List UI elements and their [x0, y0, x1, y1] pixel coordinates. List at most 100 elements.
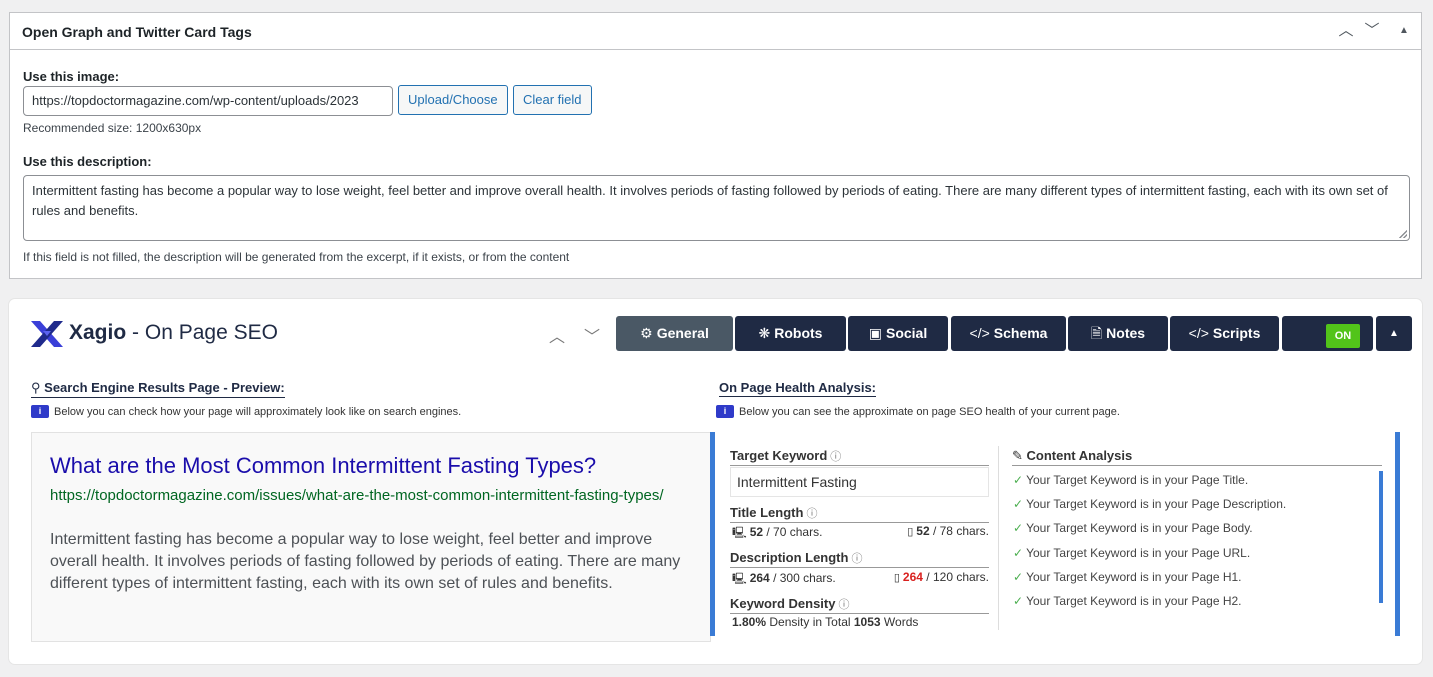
move-up-icon[interactable]: ︿	[549, 323, 565, 347]
upload-choose-button[interactable]: Upload/Choose	[398, 85, 508, 115]
keyword-density-label: Keyword Density ⓘ	[730, 596, 989, 614]
density-words: 1053	[853, 615, 881, 629]
desc-mobile-count: 264	[902, 570, 923, 584]
list-item: ✓ Your Target Keyword is in your Page Des…	[1013, 497, 1286, 511]
tab-general-label: General	[656, 325, 709, 341]
target-keyword-value[interactable]: Intermittent Fasting	[730, 467, 989, 497]
title-mobile-max: / 78 chars.	[932, 524, 989, 538]
open-graph-panel-title: Open Graph and Twitter Card Tags	[22, 24, 252, 40]
resize-grip-icon[interactable]	[1399, 230, 1407, 238]
title-length-label: Title Length ⓘ	[730, 505, 989, 523]
serp-preview-note-text: Below you can check how your page will a…	[54, 406, 462, 418]
check-icon: ✓	[1013, 546, 1024, 560]
move-down-icon[interactable]: ﹀	[584, 323, 600, 347]
on-badge: ON	[1326, 324, 1360, 348]
keyword-density-row: 1.80% Density in Total 1053 Words	[732, 615, 989, 629]
description-text: Intermittent fasting has become a popula…	[32, 183, 1388, 218]
title-length-label-text: Title Length	[730, 505, 804, 520]
description-length-label-text: Description Length	[730, 550, 849, 565]
list-item: ✓ Your Target Keyword is in your Page Tit…	[1013, 473, 1248, 487]
serp-preview-title[interactable]: What are the Most Common Intermittent Fa…	[50, 453, 596, 479]
density-text: Density in Total	[769, 615, 851, 629]
check-icon: ✓	[1013, 497, 1024, 511]
check-text: Your Target Keyword is in your Page H2.	[1026, 594, 1242, 608]
tab-robots[interactable]: ❋ Robots	[735, 316, 846, 351]
check-text: Your Target Keyword is in your Page Titl…	[1026, 473, 1249, 487]
open-graph-panel: Open Graph and Twitter Card Tags ︿ ﹀ ▲ U…	[9, 12, 1422, 279]
content-analysis-heading: ✎ Content Analysis	[1012, 448, 1382, 466]
info-icon: i	[31, 405, 49, 418]
check-icon: ✓	[1013, 473, 1024, 487]
check-text: Your Target Keyword is in your Page Body…	[1026, 521, 1253, 535]
tab-social[interactable]: ▣ Social	[848, 316, 948, 351]
list-item: ✓ Your Target Keyword is in your Page URL…	[1013, 546, 1250, 560]
description-hint: If this field is not filled, the descrip…	[23, 250, 570, 264]
collapse-toggle-icon[interactable]: ▲	[1394, 21, 1414, 41]
density-percent: 1.80%	[732, 615, 767, 629]
keyword-density-label-text: Keyword Density	[730, 596, 836, 611]
serp-preview-url[interactable]: https://topdoctormagazine.com/issues/wha…	[50, 487, 690, 505]
check-text: Your Target Keyword is in your Page URL.	[1026, 546, 1251, 560]
tab-scripts[interactable]: </> Scripts	[1170, 316, 1279, 351]
check-text: Your Target Keyword is in your Page H1.	[1026, 570, 1242, 584]
info-circle-icon[interactable]: ⓘ	[851, 553, 862, 565]
serp-preview-heading-text: Search Engine Results Page - Preview:	[44, 380, 285, 395]
desc-desktop-count: 264	[749, 571, 770, 585]
serp-preview-heading: ⚲ Search Engine Results Page - Preview:	[31, 380, 285, 398]
desktop-icon: 🖳	[732, 527, 747, 539]
health-analysis-note: i Below you can see the approximate on pa…	[716, 405, 1120, 418]
content-analysis-scrollbar[interactable]	[1379, 471, 1383, 603]
desc-mobile: ▯ 264 / 120 chars.	[894, 570, 989, 584]
seo-on-toggle[interactable]: ON	[1282, 316, 1373, 351]
description-textarea[interactable]: Intermittent fasting has become a popula…	[23, 175, 1410, 241]
info-icon: i	[716, 405, 734, 418]
image-label: Use this image:	[23, 69, 120, 84]
gears-icon: ⚙	[640, 325, 653, 341]
list-item: ✓ Your Target Keyword is in your Page H1.	[1013, 570, 1242, 584]
collapse-toggle-button[interactable]: ▲	[1376, 316, 1412, 351]
tab-schema[interactable]: </> Schema	[951, 316, 1066, 351]
tab-schema-label: Schema	[993, 325, 1048, 341]
info-circle-icon[interactable]: ⓘ	[830, 451, 841, 463]
desc-mobile-max: / 120 chars.	[926, 570, 989, 584]
title-desktop-count: 52	[749, 525, 764, 539]
xagio-brand-suffix: - On Page SEO	[132, 321, 278, 344]
open-graph-panel-header: Open Graph and Twitter Card Tags ︿ ﹀ ▲	[10, 13, 1421, 50]
health-analysis-box: Target Keyword ⓘ Intermittent Fasting Tit…	[710, 432, 1400, 636]
desktop-icon: 🖳	[732, 573, 747, 585]
check-icon: ✓	[1013, 521, 1024, 535]
health-analysis-heading: On Page Health Analysis:	[719, 380, 877, 397]
list-item: ✓ Your Target Keyword is in your Page Bod…	[1013, 521, 1253, 535]
check-icon: ✓	[1013, 594, 1024, 608]
title-mobile-count: 52	[916, 524, 930, 538]
serp-preview-note: i Below you can check how your page will …	[31, 405, 461, 418]
title-length-row: 🖳 52 / 70 chars. ▯ 52 / 78 chars.	[732, 524, 989, 543]
tab-social-label: Social	[885, 325, 928, 341]
bug-icon: ❋	[758, 325, 771, 341]
tab-scripts-label: Scripts	[1212, 325, 1261, 341]
target-keyword-label: Target Keyword ⓘ	[730, 448, 989, 466]
recommended-size-hint: Recommended size: 1200x630px	[23, 121, 202, 135]
move-up-icon[interactable]: ︿	[1336, 21, 1356, 41]
mobile-icon: ▯	[893, 572, 900, 584]
tab-notes[interactable]: 🗎 Notes	[1068, 316, 1168, 351]
check-text: Your Target Keyword is in your Page Desc…	[1026, 497, 1287, 511]
serp-preview-box: What are the Most Common Intermittent Fa…	[31, 432, 711, 642]
image-url-input[interactable]: https://topdoctormagazine.com/wp-content…	[23, 86, 393, 116]
tab-notes-label: Notes	[1106, 325, 1146, 341]
xagio-logo-icon	[31, 321, 63, 347]
search-icon: ⚲	[31, 380, 41, 395]
title-desktop-max: / 70 chars.	[766, 525, 823, 539]
info-circle-icon[interactable]: ⓘ	[838, 599, 849, 611]
column-divider	[998, 446, 999, 630]
description-length-label: Description Length ⓘ	[730, 550, 989, 568]
tab-general[interactable]: ⚙ General	[616, 316, 733, 351]
move-down-icon[interactable]: ﹀	[1362, 21, 1382, 41]
serp-preview-description[interactable]: Intermittent fasting has become a popula…	[50, 529, 695, 595]
clear-field-button[interactable]: Clear field	[513, 85, 592, 115]
density-words-label: Words	[883, 615, 919, 629]
content-analysis-heading-text: Content Analysis	[1026, 448, 1133, 463]
info-circle-icon[interactable]: ⓘ	[806, 508, 817, 520]
description-label: Use this description:	[23, 154, 152, 169]
mobile-icon: ▯	[907, 526, 914, 538]
